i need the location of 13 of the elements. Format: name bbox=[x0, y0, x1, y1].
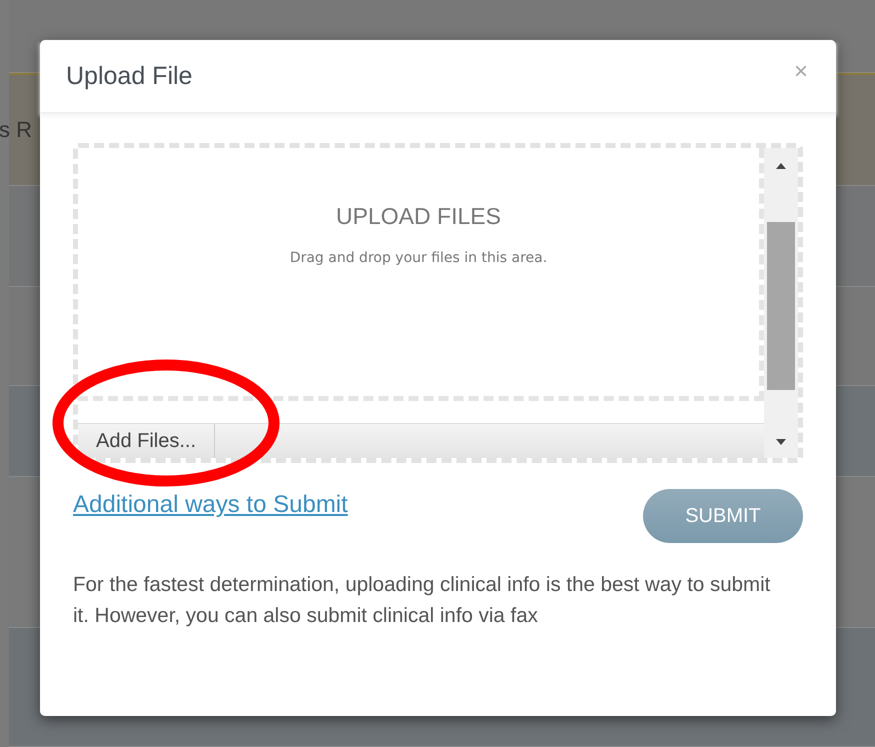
drop-zone[interactable]: UPLOAD FILES Drag and drop your files in this area. Add Files... bbox=[73, 143, 803, 463]
additional-ways-link[interactable]: Additional ways to Submit bbox=[73, 491, 348, 519]
scroll-down-icon[interactable] bbox=[775, 438, 787, 446]
note-text: For the fastest determination, uploading clinical info is the best way to submit it. However, you can also submit clinical info via fax bbox=[73, 572, 772, 629]
drop-hint: Drag and drop your files in this area. bbox=[290, 250, 548, 266]
add-files-button[interactable]: Add Files... bbox=[78, 424, 216, 458]
scroll-thumb[interactable] bbox=[767, 222, 795, 390]
dialog-title: Upload File bbox=[66, 62, 192, 90]
close-button[interactable]: × bbox=[794, 58, 808, 86]
upload-heading: UPLOAD FILES bbox=[336, 203, 501, 230]
scrollbar[interactable] bbox=[764, 148, 798, 458]
scroll-up-icon[interactable] bbox=[775, 162, 787, 170]
submit-button[interactable]: SUBMIT bbox=[643, 489, 803, 543]
